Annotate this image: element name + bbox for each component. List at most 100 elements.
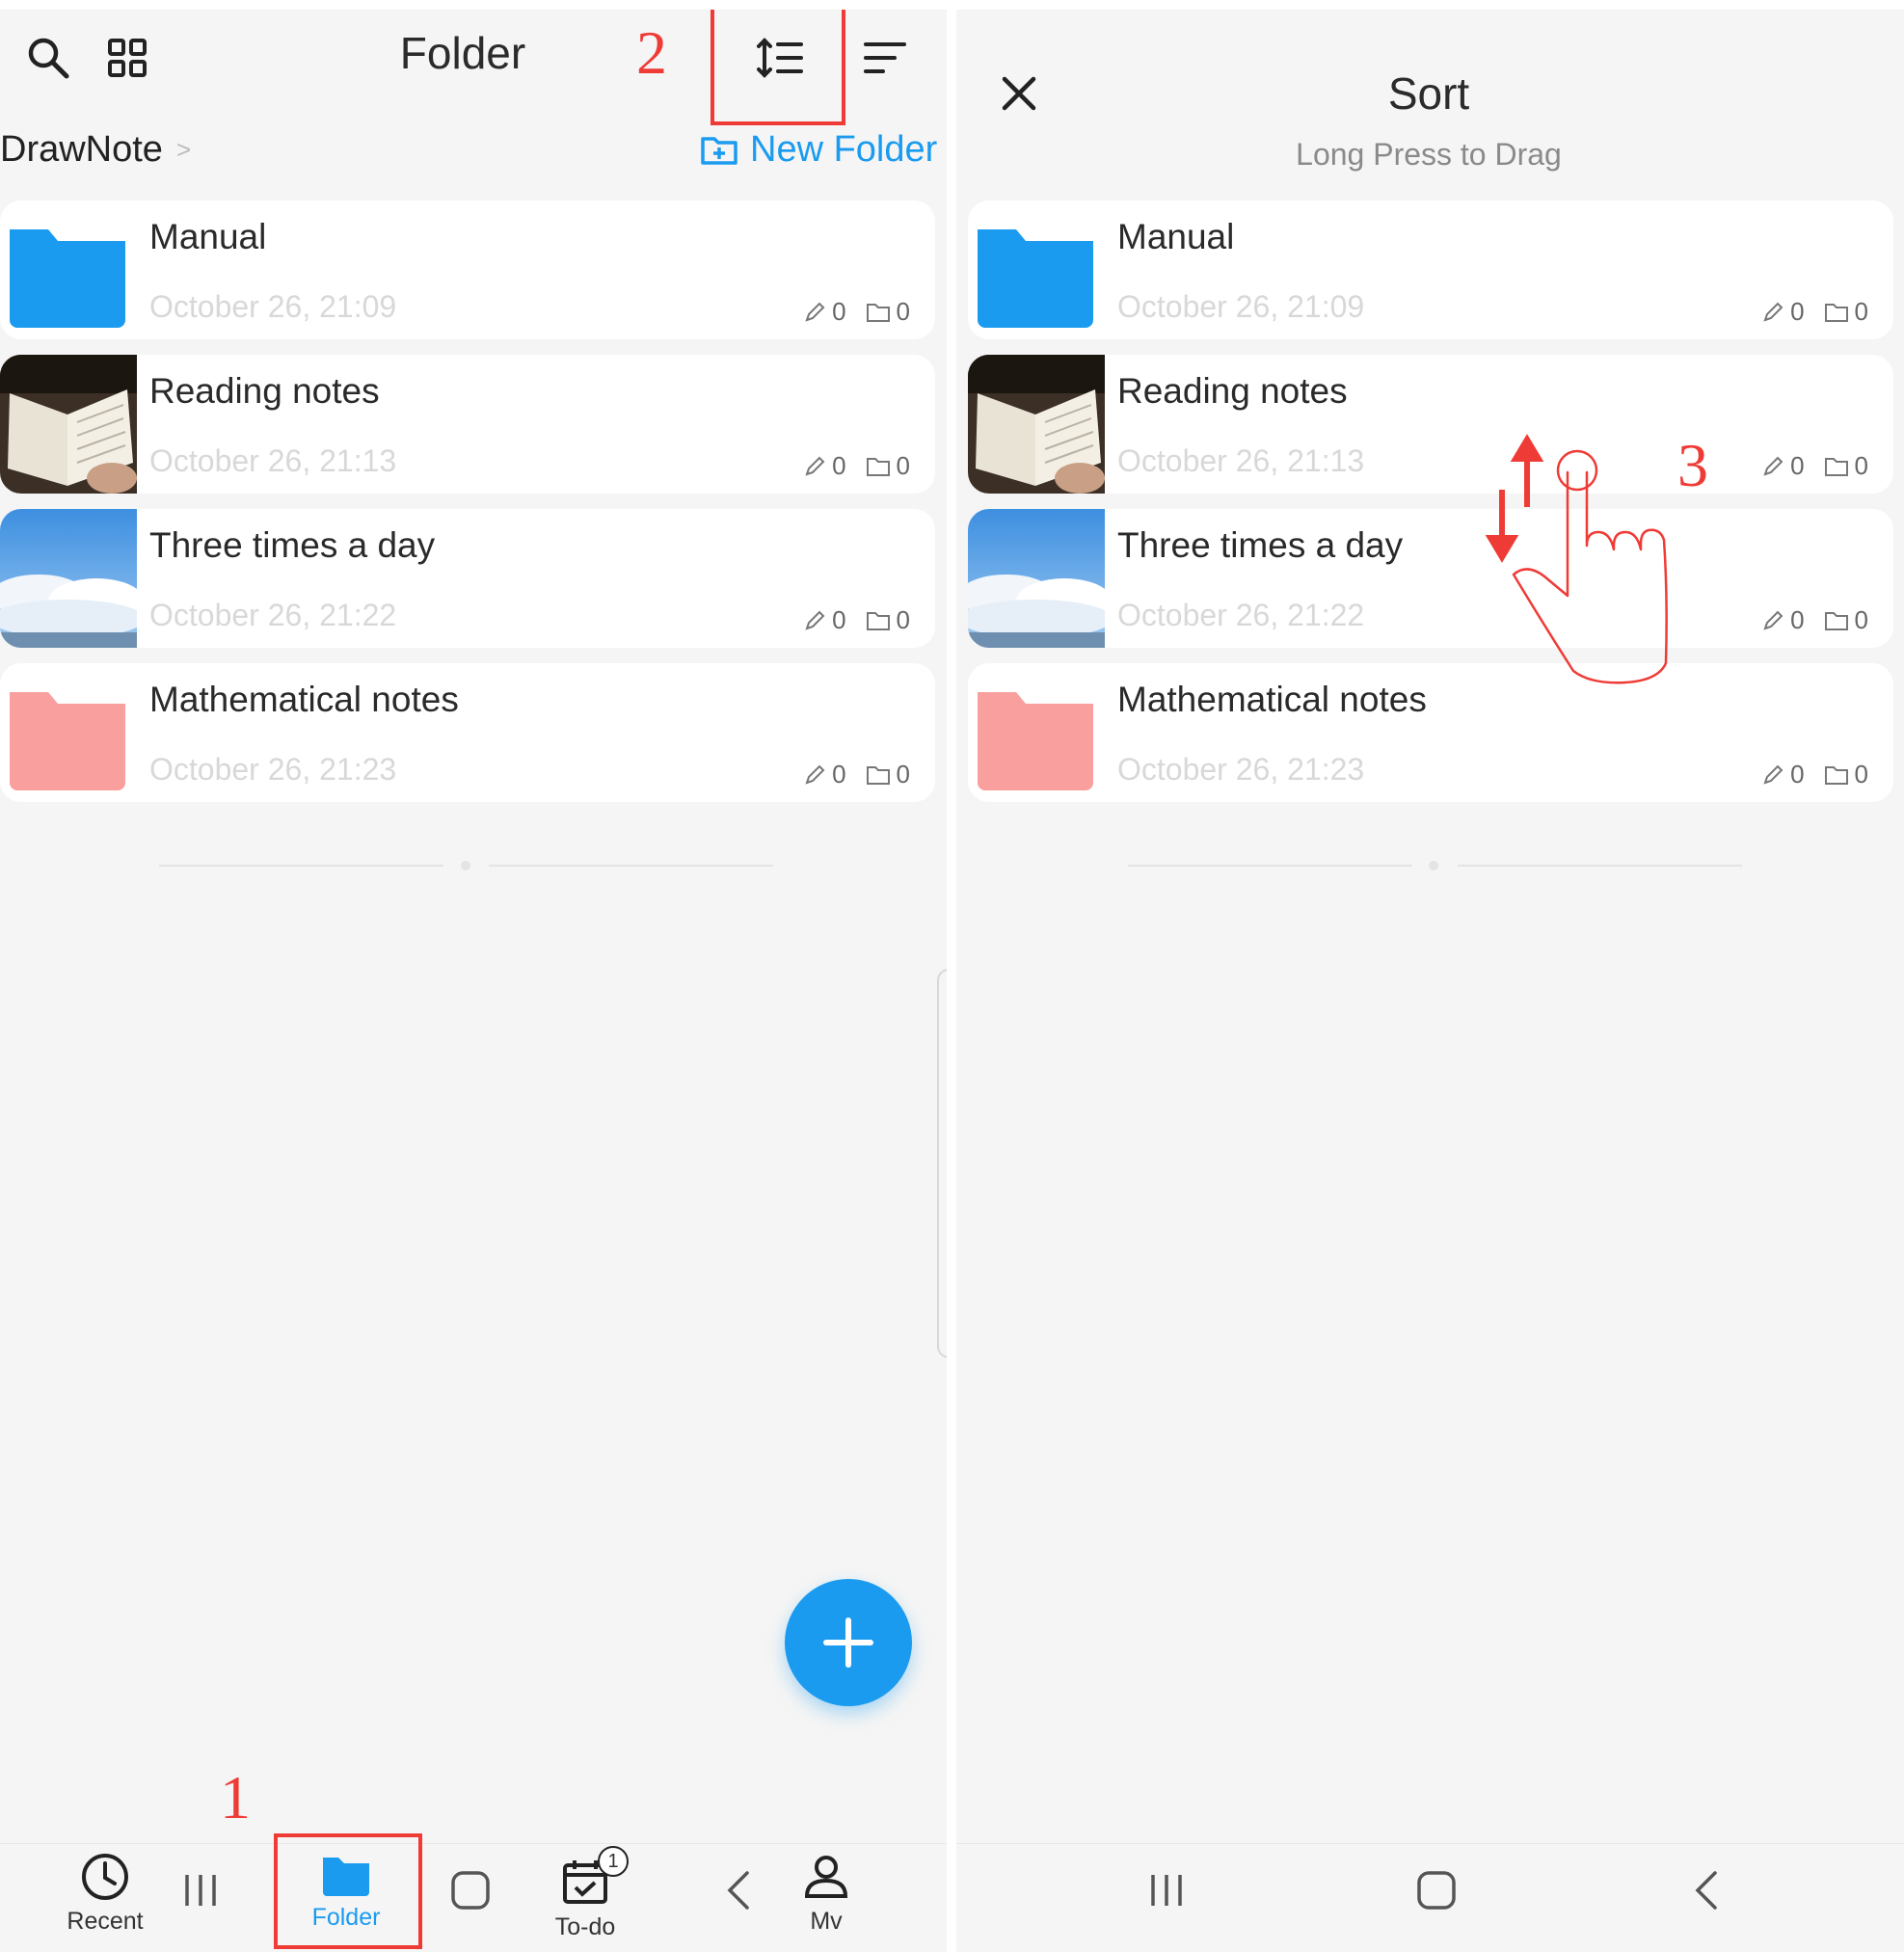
recent-apps-button[interactable] [1145, 1861, 1188, 1919]
nav-me[interactable]: Mv [764, 1852, 889, 1936]
folder-date: October 26, 21:23 [149, 752, 397, 787]
recent-apps-icon [1151, 1875, 1182, 1906]
sortable-folder-card[interactable]: Reading notes October 26, 21:13 0 0 [968, 355, 1893, 494]
step3-label: 3 [1677, 431, 1708, 499]
sortable-folder-card[interactable]: Three times a day October 26, 21:22 0 0 [968, 509, 1893, 648]
sort-screen: Sort Long Press to Drag Manual October 2… [956, 10, 1904, 1952]
bottom-navigation: Recent Folder 1 To-do Mv [0, 1843, 947, 1952]
folder-name: Mathematical notes [149, 680, 459, 719]
home-square-icon [451, 1871, 490, 1910]
pencil-icon [1763, 610, 1783, 630]
back-button[interactable] [1685, 1861, 1728, 1919]
home-button[interactable] [445, 1861, 496, 1919]
pink-folder-icon [978, 692, 1093, 790]
list-end-dot [1429, 861, 1438, 870]
clock-icon [82, 1854, 128, 1900]
pencil-icon [805, 456, 825, 476]
new-folder-button[interactable]: New Folder [700, 129, 937, 171]
pencil-icon [805, 302, 825, 322]
sortable-folder-card[interactable]: Manual October 26, 21:09 0 0 [968, 201, 1893, 339]
sort-subtitle: Long Press to Drag [1296, 137, 1562, 172]
note-count: 0 [832, 760, 846, 789]
small-folder-icon [866, 611, 890, 630]
folder-date: October 26, 21:13 [149, 443, 397, 478]
subfolder-count: 0 [896, 760, 910, 789]
pink-folder-icon [10, 692, 125, 790]
add-folder-icon [701, 136, 737, 165]
folder-counts: 0 0 [803, 760, 910, 789]
folder-date: October 26, 21:23 [1117, 752, 1365, 787]
subfolder-count: 0 [896, 605, 910, 634]
list-end-divider [1458, 865, 1742, 867]
step2-label: 2 [636, 18, 667, 87]
small-folder-icon [866, 765, 890, 785]
filter-lines-icon[interactable] [856, 29, 914, 87]
folder-date: October 26, 21:22 [1117, 598, 1365, 632]
nav-recent[interactable]: Recent [42, 1852, 168, 1936]
folder-card[interactable]: Manual October 26, 21:09 0 0 [0, 201, 935, 339]
folder-name: Manual [149, 217, 267, 256]
pencil-icon [805, 610, 825, 630]
subfolder-count: 0 [896, 297, 910, 326]
note-count: 0 [832, 605, 846, 634]
small-folder-icon [866, 303, 890, 322]
folder-card[interactable]: Mathematical notes October 26, 21:23 0 0 [0, 663, 935, 802]
folder-name: Manual [1117, 217, 1235, 256]
recent-apps-button[interactable] [179, 1861, 222, 1919]
note-count: 0 [832, 297, 846, 326]
folder-name: Reading notes [149, 371, 380, 411]
grid-view-icon[interactable] [100, 31, 154, 85]
note-count: 0 [832, 451, 846, 480]
back-chevron-icon [1695, 1871, 1717, 1910]
pencil-icon [1763, 302, 1783, 322]
close-icon[interactable] [995, 69, 1043, 118]
small-folder-icon [1824, 765, 1848, 785]
folder-date: October 26, 21:09 [1117, 289, 1365, 324]
book-photo-thumbnail [0, 355, 137, 494]
pencil-icon [805, 764, 825, 785]
breadcrumb-root: DrawNote [0, 129, 163, 170]
search-icon[interactable] [21, 31, 75, 85]
side-drawer-handle[interactable] [937, 969, 947, 1358]
note-count: 0 [1790, 451, 1805, 480]
back-button[interactable] [717, 1861, 760, 1919]
add-fab-button[interactable] [785, 1579, 912, 1706]
nav-label: Mv [810, 1908, 843, 1935]
folder-name: Reading notes [1117, 371, 1348, 411]
blue-folder-icon [978, 229, 1093, 328]
sortable-folder-card[interactable]: Mathematical notes October 26, 21:23 0 0 [968, 663, 1893, 802]
folder-counts: 0 0 [803, 605, 910, 635]
sky-photo-thumbnail [0, 509, 137, 648]
small-folder-icon [1824, 611, 1848, 630]
folder-card[interactable]: Reading notes October 26, 21:13 0 0 [0, 355, 935, 494]
folder-counts: 0 0 [1761, 760, 1868, 789]
pencil-icon [1763, 764, 1783, 785]
note-count: 0 [1790, 760, 1805, 789]
folder-screen: Folder DrawNote > New Folder Manual Octo… [0, 10, 947, 1952]
subfolder-count: 0 [1854, 297, 1868, 326]
back-chevron-icon [727, 1871, 749, 1910]
note-count: 0 [1790, 297, 1805, 326]
step1-label: 1 [220, 1763, 251, 1832]
nav-todo[interactable]: 1 To-do [523, 1846, 648, 1941]
pencil-icon [1763, 456, 1783, 476]
folder-date: October 26, 21:22 [149, 598, 397, 632]
new-folder-label: New Folder [750, 129, 938, 170]
folder-date: October 26, 21:13 [1117, 443, 1365, 478]
folder-card[interactable]: Three times a day October 26, 21:22 0 0 [0, 509, 935, 648]
home-button[interactable] [1411, 1861, 1462, 1919]
small-folder-icon [1824, 303, 1848, 322]
list-end-dot [461, 861, 470, 870]
list-end-divider [489, 865, 773, 867]
subfolder-count: 0 [1854, 451, 1868, 480]
folder-name: Mathematical notes [1117, 680, 1427, 719]
folder-counts: 0 0 [1761, 605, 1868, 635]
person-icon [804, 1856, 848, 1898]
list-end-divider [159, 865, 443, 867]
sort-title: Sort [1387, 68, 1470, 119]
breadcrumb[interactable]: DrawNote > [0, 129, 191, 171]
folder-counts: 0 0 [803, 451, 910, 481]
drag-hand-gesture-icon [1485, 434, 1668, 684]
folder-counts: 0 0 [1761, 297, 1868, 327]
chevron-right-icon: > [175, 135, 192, 164]
